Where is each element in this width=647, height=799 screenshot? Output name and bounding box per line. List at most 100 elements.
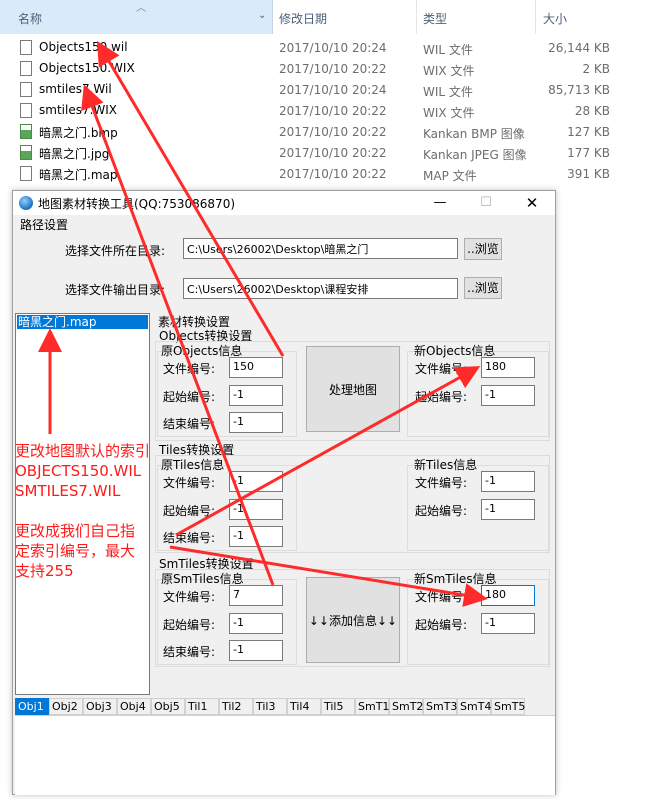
file-type: WIL 文件	[423, 43, 473, 57]
orig-tiles-end-field[interactable]: -1	[229, 526, 283, 547]
orig-tiles-file-no-label: 文件编号:	[163, 476, 216, 490]
file-row[interactable]: Objects150.WIX 2017/10/10 20:22 WIX 文件 2 KB	[0, 58, 620, 79]
map-converter-window: 地图素材转换工具(QQ:753086870) — ☐ ✕ 路径设置 选择文件所在…	[12, 190, 556, 795]
orig-smtiles-end-field[interactable]: -1	[229, 640, 283, 661]
tab-til3[interactable]: Til3	[253, 698, 287, 715]
conversion-settings-group: 素材转换设置 Objects转换设置 原Objects信息 文件编号: 150 …	[151, 313, 554, 695]
input-browse-button[interactable]: ..浏览	[464, 238, 502, 260]
input-dir-field[interactable]: C:\Users\26002\Desktop\暗黑之门	[183, 238, 458, 259]
close-button[interactable]: ✕	[509, 191, 555, 215]
file-row[interactable]: smtiles7.WIX 2017/10/10 20:22 WIX 文件 28 KB	[0, 100, 620, 121]
file-date: 2017/10/10 20:22	[279, 146, 387, 160]
new-objects-file-no-field[interactable]: 180	[481, 357, 535, 378]
annotation-line: 更改成我们自己指	[15, 522, 136, 540]
tab-obj5[interactable]: Obj5	[151, 698, 185, 715]
tab-smt4[interactable]: SmT4	[457, 698, 491, 715]
new-smtiles-start-field[interactable]: -1	[481, 613, 535, 634]
window-title: 地图素材转换工具(QQ:753086870)	[38, 197, 236, 211]
process-map-button[interactable]: 处理地图	[306, 346, 400, 432]
new-objects-start-field[interactable]: -1	[481, 385, 535, 406]
orig-smtiles-start-label: 起始编号:	[163, 618, 216, 632]
list-item[interactable]: 暗黑之门.map	[17, 315, 148, 329]
input-dir-label: 选择文件所在目录:	[65, 244, 166, 258]
file-icon	[20, 82, 32, 97]
file-type: Kankan BMP 图像	[423, 127, 525, 141]
orig-objects-file-no-field[interactable]: 150	[229, 357, 283, 378]
file-date: 2017/10/10 20:24	[279, 41, 387, 55]
annotation-note: 更改地图默认的索引 OBJECTS150.WIL SMTILES7.WIL 更改…	[15, 441, 150, 581]
tab-obj2[interactable]: Obj2	[49, 698, 83, 715]
tab-smt2[interactable]: SmT2	[389, 698, 423, 715]
file-name: 暗黑之门.jpg	[39, 147, 110, 161]
column-divider[interactable]	[416, 0, 417, 34]
file-row[interactable]: 暗黑之门.bmp 2017/10/10 20:22 Kankan BMP 图像 127…	[0, 121, 620, 142]
new-tiles-file-no-field[interactable]: -1	[481, 471, 535, 492]
file-type: WIX 文件	[423, 64, 475, 78]
orig-tiles-start-label: 起始编号:	[163, 504, 216, 518]
minimize-button[interactable]: —	[417, 191, 463, 215]
tab-til4[interactable]: Til4	[287, 698, 321, 715]
column-header-row: ︿ 名称 ⌄ 修改日期 类型 大小	[0, 0, 620, 34]
orig-objects-start-label: 起始编号:	[163, 390, 216, 404]
tab-strip: Obj1 Obj2 Obj3 Obj4 Obj5 Til1 Til2 Til3 Til4 Til5…	[15, 698, 555, 715]
tab-smt1[interactable]: SmT1	[355, 698, 389, 715]
file-size: 391 KB	[567, 167, 610, 181]
new-objects-start-label: 起始编号:	[415, 390, 468, 404]
orig-tiles-start-field[interactable]: -1	[229, 499, 283, 520]
column-header-size[interactable]: 大小	[543, 10, 567, 27]
file-date: 2017/10/10 20:22	[279, 125, 387, 139]
chevron-down-icon[interactable]: ⌄	[258, 10, 266, 21]
orig-tiles-label: 原Tiles信息	[161, 458, 225, 472]
orig-objects-end-field[interactable]: -1	[229, 412, 283, 433]
tab-til1[interactable]: Til1	[185, 698, 219, 715]
tab-smt3[interactable]: SmT3	[423, 698, 457, 715]
orig-tiles-end-label: 结束编号:	[163, 531, 216, 545]
new-tiles-start-label: 起始编号:	[415, 504, 468, 518]
orig-objects-start-field[interactable]: -1	[229, 385, 283, 406]
tab-obj4[interactable]: Obj4	[117, 698, 151, 715]
tab-content-area	[15, 715, 555, 795]
file-name: 暗黑之门.map	[39, 168, 118, 182]
add-info-button[interactable]: ↓↓添加信息↓↓	[306, 577, 400, 663]
new-tiles-label: 新Tiles信息	[414, 458, 478, 472]
file-icon	[20, 103, 32, 118]
tab-til5[interactable]: Til5	[321, 698, 355, 715]
file-type: WIX 文件	[423, 106, 475, 120]
column-divider[interactable]	[535, 0, 536, 34]
orig-tiles-file-no-field[interactable]: -1	[229, 471, 283, 492]
output-dir-field[interactable]: C:\Users\26002\Desktop\课程安排	[183, 278, 458, 299]
tab-til2[interactable]: Til2	[219, 698, 253, 715]
column-name-label: 名称	[18, 12, 43, 26]
new-smtiles-file-no-field[interactable]: 180	[481, 585, 535, 606]
orig-smtiles-file-no-field[interactable]: 7	[229, 585, 283, 606]
orig-smtiles-end-label: 结束编号:	[163, 645, 216, 659]
new-tiles-file-no-label: 文件编号:	[415, 476, 468, 490]
new-objects-file-no-label: 文件编号:	[415, 362, 468, 376]
file-date: 2017/10/10 20:22	[279, 104, 387, 118]
column-header-type[interactable]: 类型	[423, 10, 447, 27]
file-size: 26,144 KB	[548, 41, 610, 55]
title-bar[interactable]: 地图素材转换工具(QQ:753086870) — ☐ ✕	[13, 191, 555, 215]
output-browse-button[interactable]: ..浏览	[464, 277, 502, 299]
file-row[interactable]: Objects150.wil 2017/10/10 20:24 WIL 文件 26,1…	[0, 37, 620, 58]
column-header-name[interactable]: ︿ 名称 ⌄	[0, 0, 273, 34]
annotation-line: 支持255	[15, 562, 74, 580]
path-settings-group-label: 路径设置	[20, 218, 69, 232]
orig-smtiles-file-no-label: 文件编号:	[163, 590, 216, 604]
new-tiles-start-field[interactable]: -1	[481, 499, 535, 520]
file-row[interactable]: 暗黑之门.jpg 2017/10/10 20:22 Kankan JPEG 图像 17…	[0, 142, 620, 163]
tab-obj1[interactable]: Obj1	[15, 698, 49, 715]
orig-smtiles-start-field[interactable]: -1	[229, 613, 283, 634]
file-size: 85,713 KB	[548, 83, 610, 97]
tab-obj3[interactable]: Obj3	[83, 698, 117, 715]
file-row[interactable]: 暗黑之门.map 2017/10/10 20:22 MAP 文件 391 KB	[0, 163, 620, 184]
maximize-button[interactable]: ☐	[463, 191, 509, 215]
file-name: smtiles7.Wil	[39, 82, 112, 96]
file-date: 2017/10/10 20:22	[279, 167, 387, 181]
annotation-line	[15, 501, 150, 521]
tab-smt5[interactable]: SmT5	[491, 698, 525, 715]
file-row[interactable]: smtiles7.Wil 2017/10/10 20:24 WIL 文件 85,713…	[0, 79, 620, 100]
file-name: Objects150.WIX	[39, 61, 135, 75]
file-size: 177 KB	[567, 146, 610, 160]
column-header-date[interactable]: 修改日期	[279, 10, 327, 27]
